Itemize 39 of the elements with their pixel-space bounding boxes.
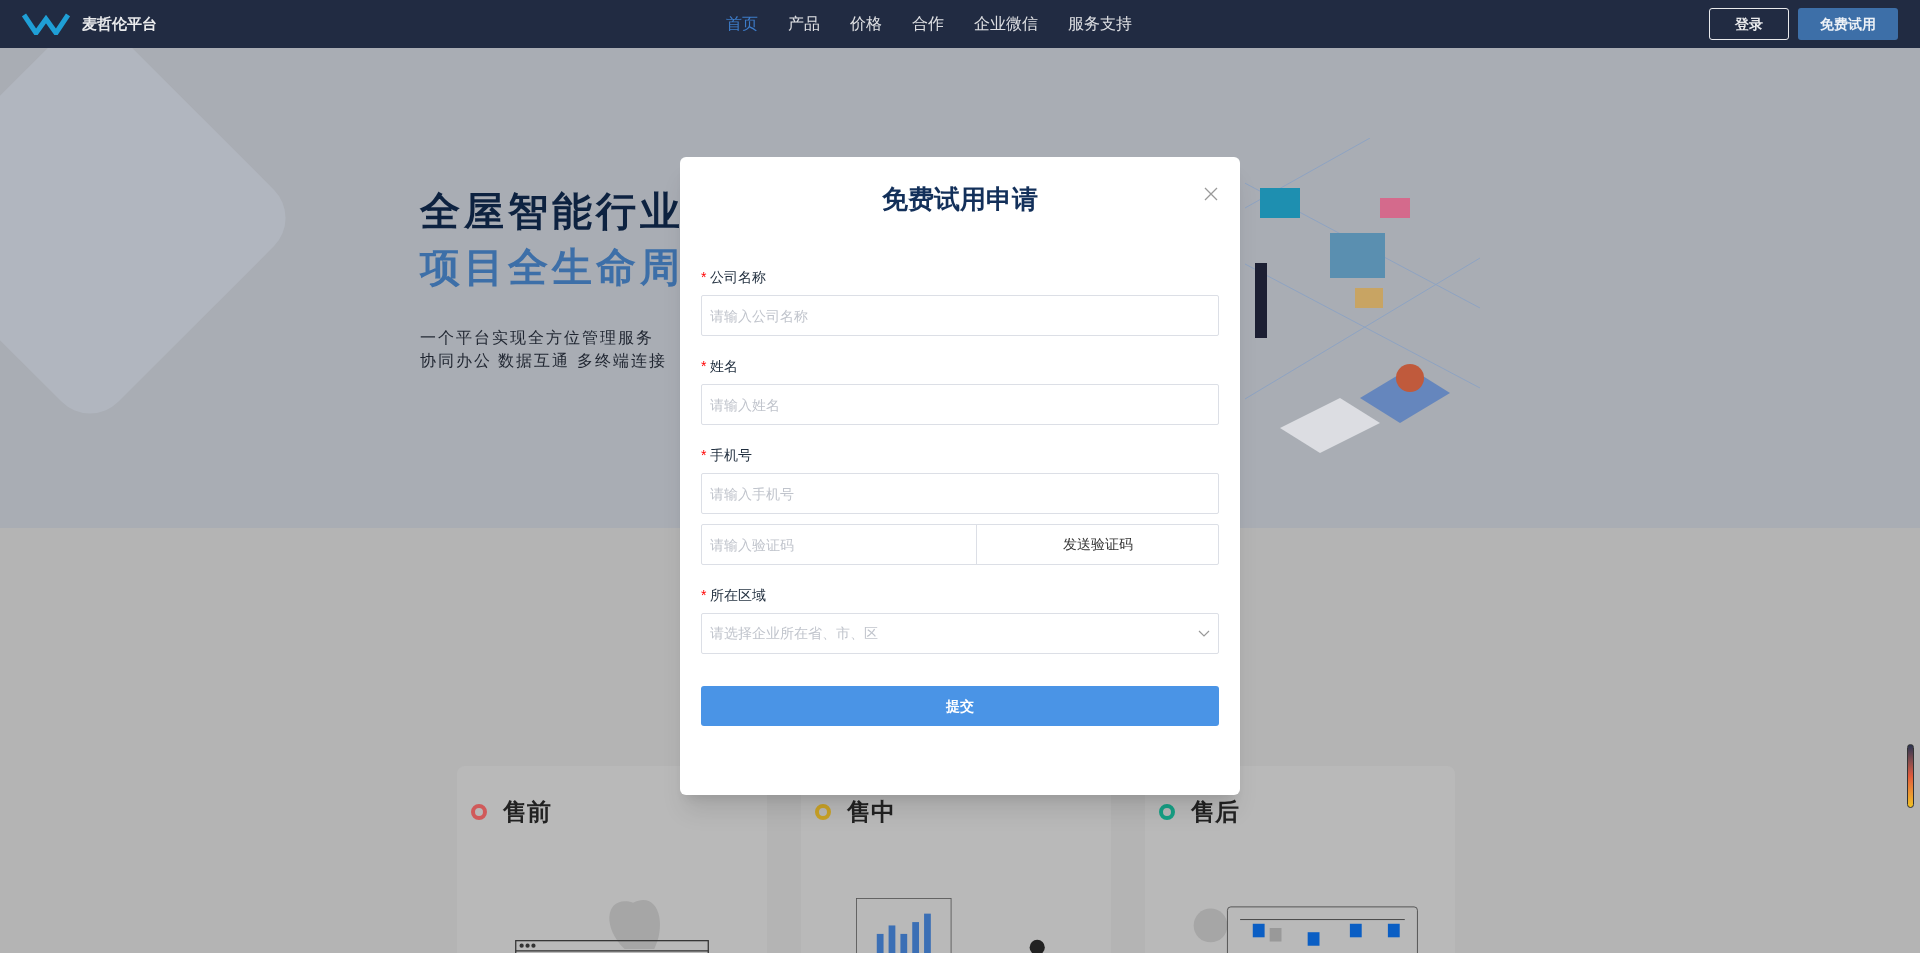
required-asterisk: *	[701, 359, 707, 373]
close-icon[interactable]	[1204, 187, 1218, 201]
card-title: 售中	[847, 797, 895, 827]
field-label: 所在区域	[710, 585, 767, 605]
scroll-indicator	[1907, 744, 1914, 808]
required-asterisk: *	[701, 448, 707, 462]
field-label: 公司名称	[710, 267, 767, 287]
dialog-title: 免费试用申请	[881, 183, 1039, 216]
select-placeholder: 请选择企业所在省、市、区	[710, 624, 879, 643]
nav-link[interactable]: 合作	[912, 12, 944, 36]
nav-link[interactable]: 价格	[850, 12, 882, 36]
nav-link[interactable]: 企业微信	[974, 12, 1038, 36]
nav-link[interactable]: 产品	[788, 12, 820, 36]
chevron-down-icon	[1198, 630, 1210, 637]
card-title: 售前	[503, 797, 551, 827]
hero-subtitle: 协同办公 数据互通 多终端连接	[420, 351, 668, 371]
field-label: 姓名	[710, 356, 739, 376]
hero-subtitle: 一个平台实现全方位管理服务	[420, 328, 655, 348]
text-field[interactable]: 请输入公司名称	[701, 295, 1219, 336]
send-code-button[interactable]: 发送验证码	[977, 525, 1218, 564]
login-button[interactable]: 登录	[1709, 8, 1789, 40]
text-field[interactable]: 请输入手机号	[701, 473, 1219, 514]
chart-bar	[924, 913, 931, 953]
chart-bar	[888, 925, 896, 953]
logo-icon	[22, 13, 70, 35]
field-label: 手机号	[710, 445, 753, 465]
nav-link[interactable]: 服务支持	[1068, 12, 1132, 36]
verification-code-field[interactable]: 请输入验证码 发送验证码	[701, 524, 1219, 565]
chart-bar	[900, 933, 908, 953]
text-field[interactable]: 请输入姓名	[701, 384, 1219, 425]
card-title: 售后	[1191, 797, 1239, 827]
required-asterisk: *	[701, 270, 707, 284]
hero-title: 全屋智能行业	[420, 188, 684, 234]
chart-bar	[912, 922, 919, 953]
hero-title: 项目全生命周	[420, 244, 684, 290]
required-asterisk: *	[701, 588, 707, 602]
chart-bar	[876, 933, 884, 953]
brand-name: 麦哲伦平台	[82, 13, 157, 34]
free-trial-button[interactable]: 免费试用	[1798, 8, 1898, 40]
